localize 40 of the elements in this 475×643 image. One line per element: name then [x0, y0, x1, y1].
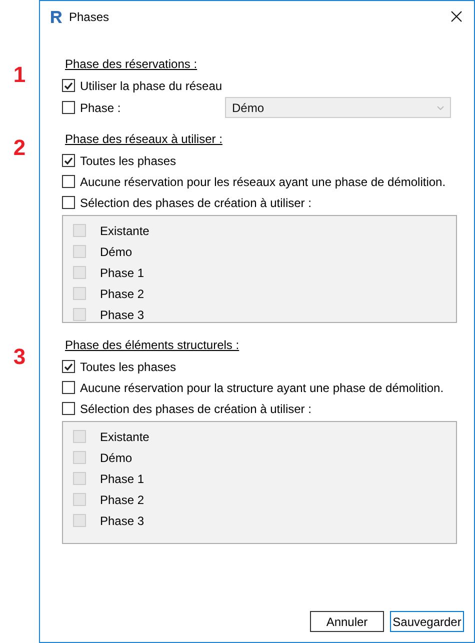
section-heading: Phase des réservations :	[65, 56, 198, 72]
phase-item-label: Démo	[100, 450, 132, 466]
annotation-number: 2	[13, 135, 26, 161]
checkbox[interactable]	[62, 381, 75, 394]
phase-item-label: Phase 2	[100, 492, 144, 508]
section-heading: Phase des réseaux à utiliser :	[65, 131, 224, 147]
checkbox[interactable]	[62, 360, 75, 373]
checkbox-label: Aucune réservation pour la structure ayant une phase de démolition.	[80, 380, 444, 396]
checkbox-label: Phase :	[80, 100, 121, 116]
checkbox-label: Sélection des phases de création à utiliser :	[80, 194, 312, 212]
window-title: Phases	[69, 8, 110, 26]
phase-item-label: Phase 1	[100, 264, 144, 282]
checkbox[interactable]	[62, 402, 75, 415]
phase-item-label: Démo	[100, 244, 132, 260]
checkbox-label: Aucune réservation pour les réseaux ayant une phase de démolition.	[80, 174, 446, 190]
checkmark-icon	[64, 156, 73, 164]
app-logo-icon	[50, 10, 63, 24]
annotation-number: 3	[13, 344, 26, 370]
checkmark-icon	[64, 82, 73, 90]
phase-item-label: Existante	[100, 222, 150, 240]
checkmark-icon	[64, 362, 73, 370]
checkbox-label: Toutes les phases	[80, 358, 176, 376]
annotation-number: 1	[13, 62, 26, 88]
dialog-button[interactable]: Annuler	[310, 611, 384, 632]
checkbox[interactable]	[62, 196, 75, 209]
checkbox-label: Toutes les phases	[80, 152, 176, 170]
phase-item-label: Phase 2	[100, 286, 144, 302]
checkbox[interactable]	[62, 154, 75, 167]
checkbox-label: Sélection des phases de création à utiliser :	[80, 400, 312, 418]
phase-item-label: Phase 1	[100, 470, 144, 488]
section-heading: Phase des éléments structurels :	[65, 337, 240, 353]
close-icon[interactable]	[451, 11, 462, 22]
checkbox-label: Utiliser la phase du réseau	[80, 78, 222, 94]
phase-item-label: Phase 3	[100, 512, 144, 530]
chevron-down-icon	[437, 106, 444, 110]
phase-item-label: Existante	[100, 428, 150, 446]
dialog-button[interactable]: Sauvegarder	[390, 611, 464, 632]
checkbox[interactable]	[62, 175, 75, 188]
checkbox[interactable]	[62, 79, 75, 92]
phase-item-label: Phase 3	[100, 306, 144, 324]
